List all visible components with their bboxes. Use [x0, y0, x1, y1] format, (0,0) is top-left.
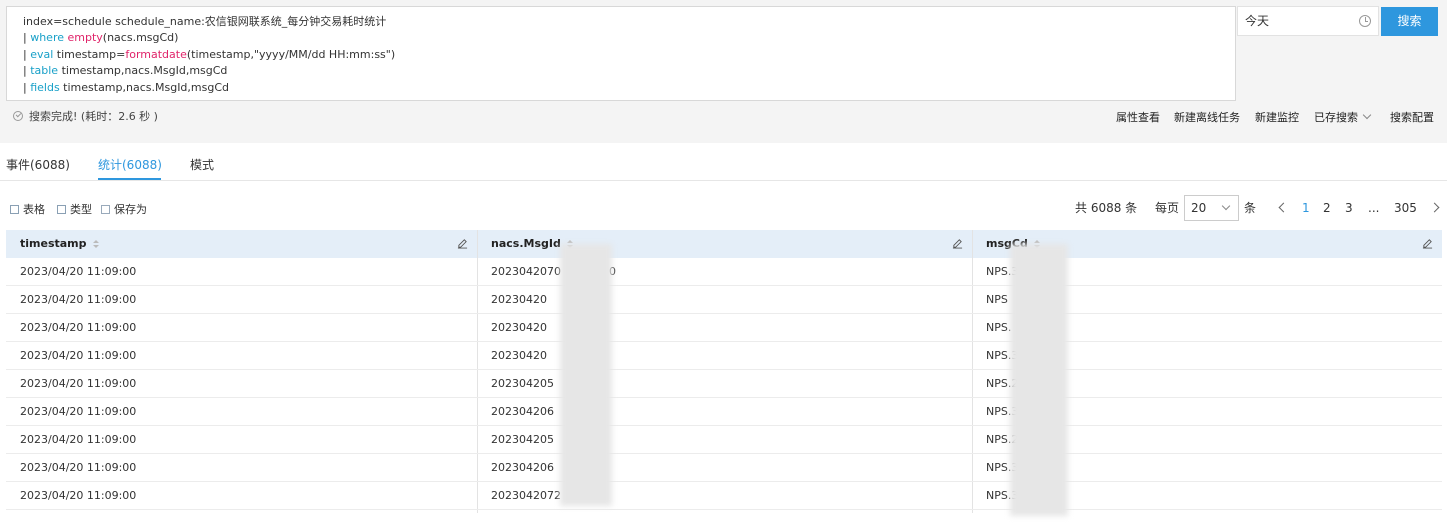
tab-stats[interactable]: 统计(6088) [98, 156, 162, 178]
page-1[interactable]: 1 [1302, 200, 1310, 216]
search-status: 搜索完成! (耗时：2.6 秒 ) [13, 110, 158, 124]
saved-search-label: 已存搜索 [1314, 111, 1358, 124]
page-3[interactable]: 3 [1345, 200, 1353, 216]
search-header: index=schedule schedule_name:农信银网联系统_每分钟… [0, 0, 1447, 143]
next-page-icon[interactable] [1429, 202, 1440, 213]
per-page-label: 每页 [1155, 201, 1180, 215]
save-as-button[interactable]: 保存为 [101, 203, 147, 217]
new-monitor-button[interactable]: 新建监控 [1255, 111, 1299, 125]
cell-timestamp: 2023/04/20 11:09:00 [20, 265, 137, 278]
cell-timestamp: 2023/04/20 11:09:00 [20, 377, 137, 390]
tab-pattern[interactable]: 模式 [190, 156, 214, 178]
redaction-blur [560, 244, 612, 506]
query-line-2: | where empty(nacs.msgCd) [23, 31, 179, 45]
sort-icon[interactable] [92, 240, 99, 248]
cell-timestamp: 2023/04/20 11:09:00 [20, 433, 137, 446]
cell-timestamp: 2023/04/20 11:09:00 [20, 405, 137, 418]
search-query-editor[interactable]: index=schedule schedule_name:农信银网联系统_每分钟… [6, 6, 1236, 101]
table-row[interactable]: 2023/04/20 11:09:00 202304205 NPS.2 [6, 370, 1442, 398]
table-row[interactable]: 2023/04/20 11:09:00 202304206 NPS.3 [6, 454, 1442, 482]
total-count: 共 6088 条 [1075, 201, 1138, 215]
cell-timestamp: 2023/04/20 11:09:00 [20, 461, 137, 474]
cell-timestamp: 2023/04/20 11:09:00 [20, 293, 137, 306]
cell-timestamp: 2023/04/20 11:09:00 [20, 321, 137, 334]
tab-divider [0, 180, 1447, 181]
per-page-unit: 条 [1244, 201, 1257, 215]
table-row[interactable]: 2023/04/20 11:09:00 2023042070 0 NPS.3 [6, 258, 1442, 286]
time-range-picker[interactable]: 今天 [1237, 6, 1379, 36]
edit-icon[interactable] [1422, 238, 1433, 249]
save-as-label: 保存为 [114, 203, 147, 216]
chart-type-icon [57, 205, 66, 214]
search-status-text: 搜索完成! (耗时：2.6 秒 ) [29, 110, 158, 123]
search-config-button[interactable]: 搜索配置 [1390, 111, 1434, 125]
time-range-value: 今天 [1245, 14, 1270, 28]
view-table-label: 表格 [23, 203, 45, 216]
page-last[interactable]: 305 [1394, 200, 1417, 216]
table-row[interactable]: 2023/04/20 11:09:00 202304205 NPS.2 [6, 426, 1442, 454]
view-type-button[interactable]: 类型 [57, 203, 92, 217]
prev-page-icon[interactable] [1278, 202, 1289, 213]
chevron-down-icon [1221, 201, 1231, 211]
table-header: timestamp nacs.MsgId msgCd [6, 230, 1442, 258]
view-table-button[interactable]: 表格 [10, 203, 45, 217]
cell-msgcd: NPS. [986, 321, 1012, 334]
table-row[interactable]: 2023/04/20 11:09:00 2023042072 NPS.3 [6, 482, 1442, 510]
clock-icon [1359, 15, 1371, 27]
page-size-select[interactable]: 20 [1184, 195, 1239, 221]
check-circle-icon [13, 111, 23, 121]
chevron-down-icon [1362, 110, 1372, 120]
export-icon [101, 205, 110, 214]
page-ellipsis[interactable]: ... [1368, 200, 1379, 216]
edit-icon[interactable] [952, 238, 963, 249]
cell-msgcd: NPS [986, 293, 1008, 306]
table-row[interactable]: 2023/04/20 11:09:00202304201NPS. [6, 314, 1442, 342]
table-icon [10, 205, 19, 214]
tab-events[interactable]: 事件(6088) [6, 156, 70, 178]
edit-icon[interactable] [457, 238, 468, 249]
query-line-5: | fields timestamp,nacs.MsgId,msgCd [23, 80, 230, 94]
new-offline-task-button[interactable]: 新建离线任务 [1174, 111, 1240, 125]
cell-timestamp: 2023/04/20 11:09:00 [20, 489, 137, 502]
page-size-value: 20 [1191, 201, 1207, 215]
table-row[interactable]: 2023/04/20 11:09:00 20230420 NPS.3 [6, 342, 1442, 370]
column-header-timestamp[interactable]: timestamp [6, 230, 99, 258]
saved-search-dropdown[interactable]: 已存搜索 [1314, 110, 1372, 125]
page-2[interactable]: 2 [1323, 200, 1331, 216]
attributes-button[interactable]: 属性查看 [1116, 111, 1160, 125]
query-line-1: index=schedule schedule_name:农信银网联系统_每分钟… [23, 15, 387, 28]
cell-timestamp: 2023/04/20 11:09:00 [20, 349, 137, 362]
column-header-msgid[interactable]: nacs.MsgId [477, 230, 573, 258]
query-line-4: | table timestamp,nacs.MsgId,msgCd [23, 64, 228, 78]
redaction-blur [1010, 244, 1068, 516]
table-row[interactable]: 2023/04/20 11:09:00202304202NPS [6, 286, 1442, 314]
table-row[interactable]: 2023/04/20 11:09:00 202304206 NPS.3 [6, 398, 1442, 426]
query-line-3: | eval timestamp=formatdate(timestamp,"y… [23, 47, 396, 61]
view-type-label: 类型 [70, 203, 92, 216]
search-button[interactable]: 搜索 [1381, 7, 1438, 36]
